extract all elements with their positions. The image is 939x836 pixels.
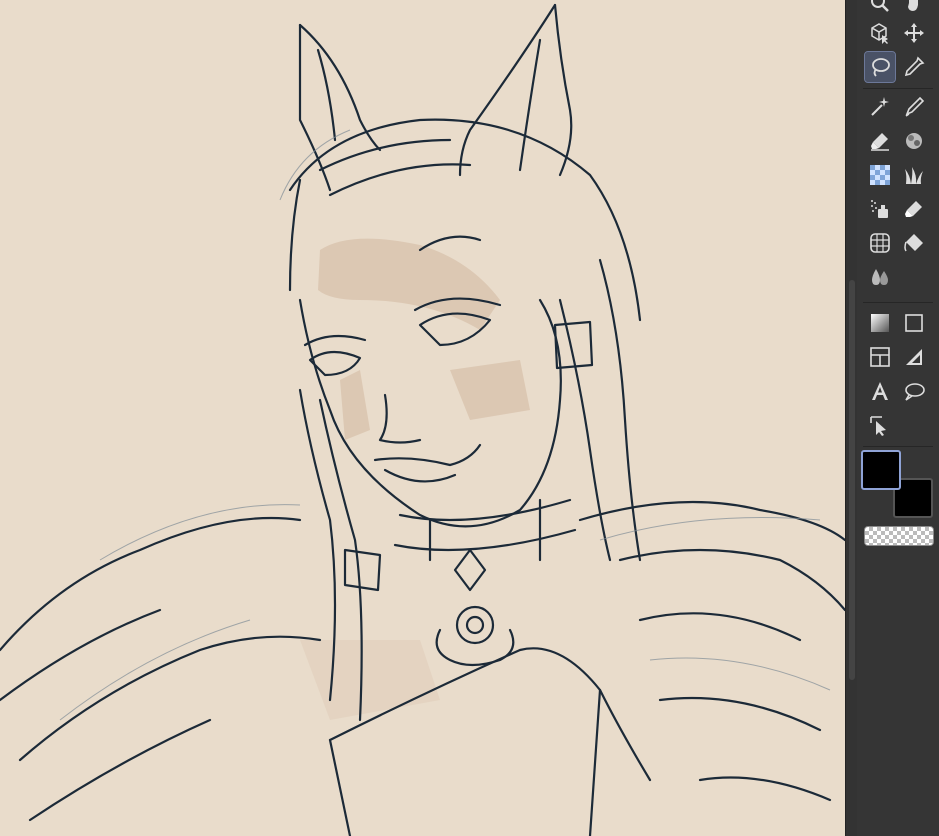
toolbar-separator <box>863 88 933 89</box>
eyedropper-icon <box>904 56 925 77</box>
panel-layout-icon <box>870 347 890 367</box>
hand-icon <box>908 0 918 11</box>
fill-tool[interactable] <box>899 228 929 258</box>
paint-bucket-icon <box>904 234 923 252</box>
move-arrows-icon <box>904 23 924 43</box>
main-color-swatch[interactable] <box>861 450 901 490</box>
pattern-fill-tool[interactable] <box>865 160 895 190</box>
checker-pattern-icon <box>870 165 890 185</box>
eraser-alt-icon <box>905 201 922 217</box>
drawing-canvas[interactable] <box>0 0 845 836</box>
pen-nib-icon <box>905 96 925 117</box>
frame-border-tool[interactable] <box>865 342 895 372</box>
speech-balloon-icon <box>905 383 925 401</box>
brush-blob-icon <box>906 133 922 149</box>
airbrush-icon <box>871 200 888 218</box>
lasso-selection-tool[interactable] <box>864 51 896 83</box>
eraser-icon <box>871 133 889 151</box>
move-tool[interactable] <box>899 18 929 48</box>
text-icon <box>872 382 888 400</box>
hand-tool[interactable] <box>899 0 929 18</box>
triangle-ruler-icon <box>906 349 922 365</box>
magic-wand-icon <box>871 97 889 116</box>
toolbar-separator <box>863 446 933 447</box>
scrollbar-thumb[interactable] <box>849 280 855 680</box>
transparent-color-swatch[interactable] <box>864 526 934 546</box>
water-drops-icon <box>872 269 888 285</box>
texture-brush-tool[interactable] <box>899 126 929 156</box>
object-select-tool[interactable] <box>865 18 895 48</box>
3d-cube-cursor-icon <box>871 23 888 44</box>
grass-icon <box>905 167 923 184</box>
tool-palette <box>857 0 939 836</box>
operation-tool[interactable] <box>865 410 895 440</box>
magnifier-icon <box>871 0 889 12</box>
airbrush-tool[interactable] <box>865 194 895 224</box>
eraser-tool[interactable] <box>865 126 895 156</box>
eyedropper-tool[interactable] <box>899 52 929 82</box>
lasso-icon <box>872 58 890 77</box>
zoom-tool[interactable] <box>865 0 895 18</box>
eraser-alt-tool[interactable] <box>899 194 929 224</box>
canvas-paper <box>0 0 845 836</box>
gradient-tool[interactable] <box>865 308 895 338</box>
blend-tool[interactable] <box>865 262 895 292</box>
magic-wand-tool[interactable] <box>865 92 895 122</box>
perspective-grid-icon <box>870 233 890 253</box>
pen-tool[interactable] <box>899 92 929 122</box>
ruler-tool[interactable] <box>899 342 929 372</box>
perspective-ruler-tool[interactable] <box>865 228 895 258</box>
text-tool[interactable] <box>865 376 895 406</box>
balloon-tool[interactable] <box>899 376 929 406</box>
grass-brush-tool[interactable] <box>899 160 929 190</box>
gradient-icon <box>871 314 889 332</box>
sketch-artwork <box>0 0 845 836</box>
operation-cursor-icon <box>870 416 886 436</box>
rectangle-icon <box>905 314 923 332</box>
toolbar-separator <box>863 302 933 303</box>
figure-tool[interactable] <box>899 308 929 338</box>
